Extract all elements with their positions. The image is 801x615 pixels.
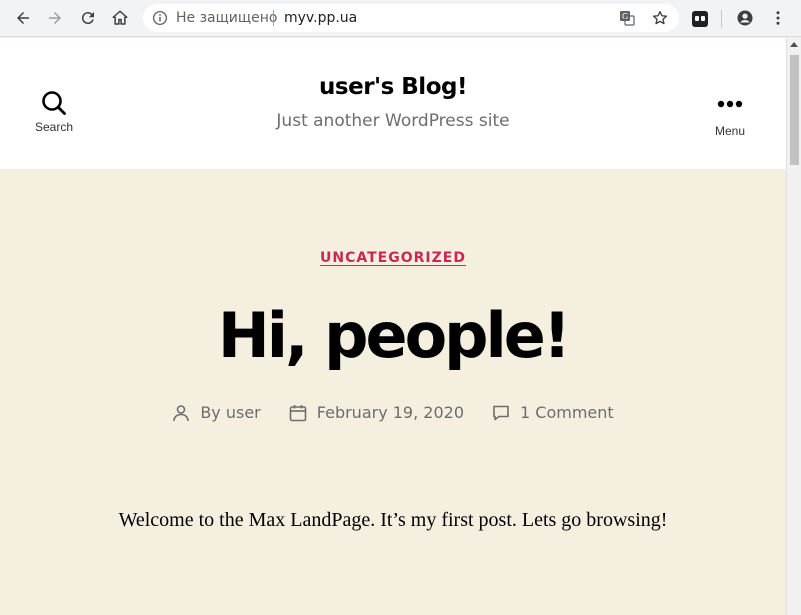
post-author[interactable]: By user <box>172 403 261 422</box>
site-description: Just another WordPress site <box>276 111 510 131</box>
post-date[interactable]: February 19, 2020 <box>289 403 464 422</box>
page-scrollbar[interactable] <box>786 38 801 615</box>
star-icon[interactable] <box>651 9 669 27</box>
info-icon[interactable] <box>151 9 169 27</box>
menu-dots-icon <box>717 100 743 108</box>
security-label[interactable]: Не защищено <box>176 10 277 26</box>
account-icon[interactable] <box>732 5 758 31</box>
post-category: UNCATEGORIZED <box>0 249 786 267</box>
site-title[interactable]: user's Blog! <box>0 74 786 100</box>
post-meta: By user February 19, 2020 1 Comment <box>0 403 786 422</box>
post-title: Hi, people! <box>217 299 571 372</box>
author-text[interactable]: By user <box>200 403 260 422</box>
home-icon[interactable] <box>107 5 133 31</box>
forward-icon[interactable] <box>42 5 68 31</box>
post-body-text: Welcome to the Max LandPage. It’s my fir… <box>118 509 668 531</box>
reload-icon[interactable] <box>75 5 101 31</box>
toolbar-divider <box>721 10 722 28</box>
post-comments[interactable]: 1 Comment <box>492 403 614 422</box>
translate-icon[interactable]: G <box>619 10 635 26</box>
comment-icon <box>493 405 509 420</box>
address-bar[interactable]: Не защищено myv.pp.ua G <box>143 4 679 32</box>
category-link[interactable]: UNCATEGORIZED <box>320 250 466 266</box>
menu-toggle-label: Menu <box>714 124 746 138</box>
user-icon <box>173 404 190 421</box>
site-header: Search user's Blog! Just another WordPre… <box>0 38 786 169</box>
back-icon[interactable] <box>10 5 36 31</box>
extension-icon[interactable] <box>689 8 711 30</box>
post-content-area: UNCATEGORIZED Hi, people! By user Februa… <box>0 169 786 615</box>
date-text[interactable]: February 19, 2020 <box>317 403 464 422</box>
browser-toolbar: Не защищено myv.pp.ua G <box>0 0 801 37</box>
scroll-up-arrow-icon[interactable] <box>790 42 798 47</box>
url-text[interactable]: myv.pp.ua <box>284 10 357 26</box>
comments-text[interactable]: 1 Comment <box>520 403 614 422</box>
more-vert-icon[interactable] <box>765 5 791 31</box>
divider <box>273 10 274 26</box>
calendar-icon <box>289 404 307 421</box>
menu-toggle-button[interactable]: Menu <box>700 93 760 143</box>
scrollbar-thumb[interactable] <box>790 55 799 165</box>
